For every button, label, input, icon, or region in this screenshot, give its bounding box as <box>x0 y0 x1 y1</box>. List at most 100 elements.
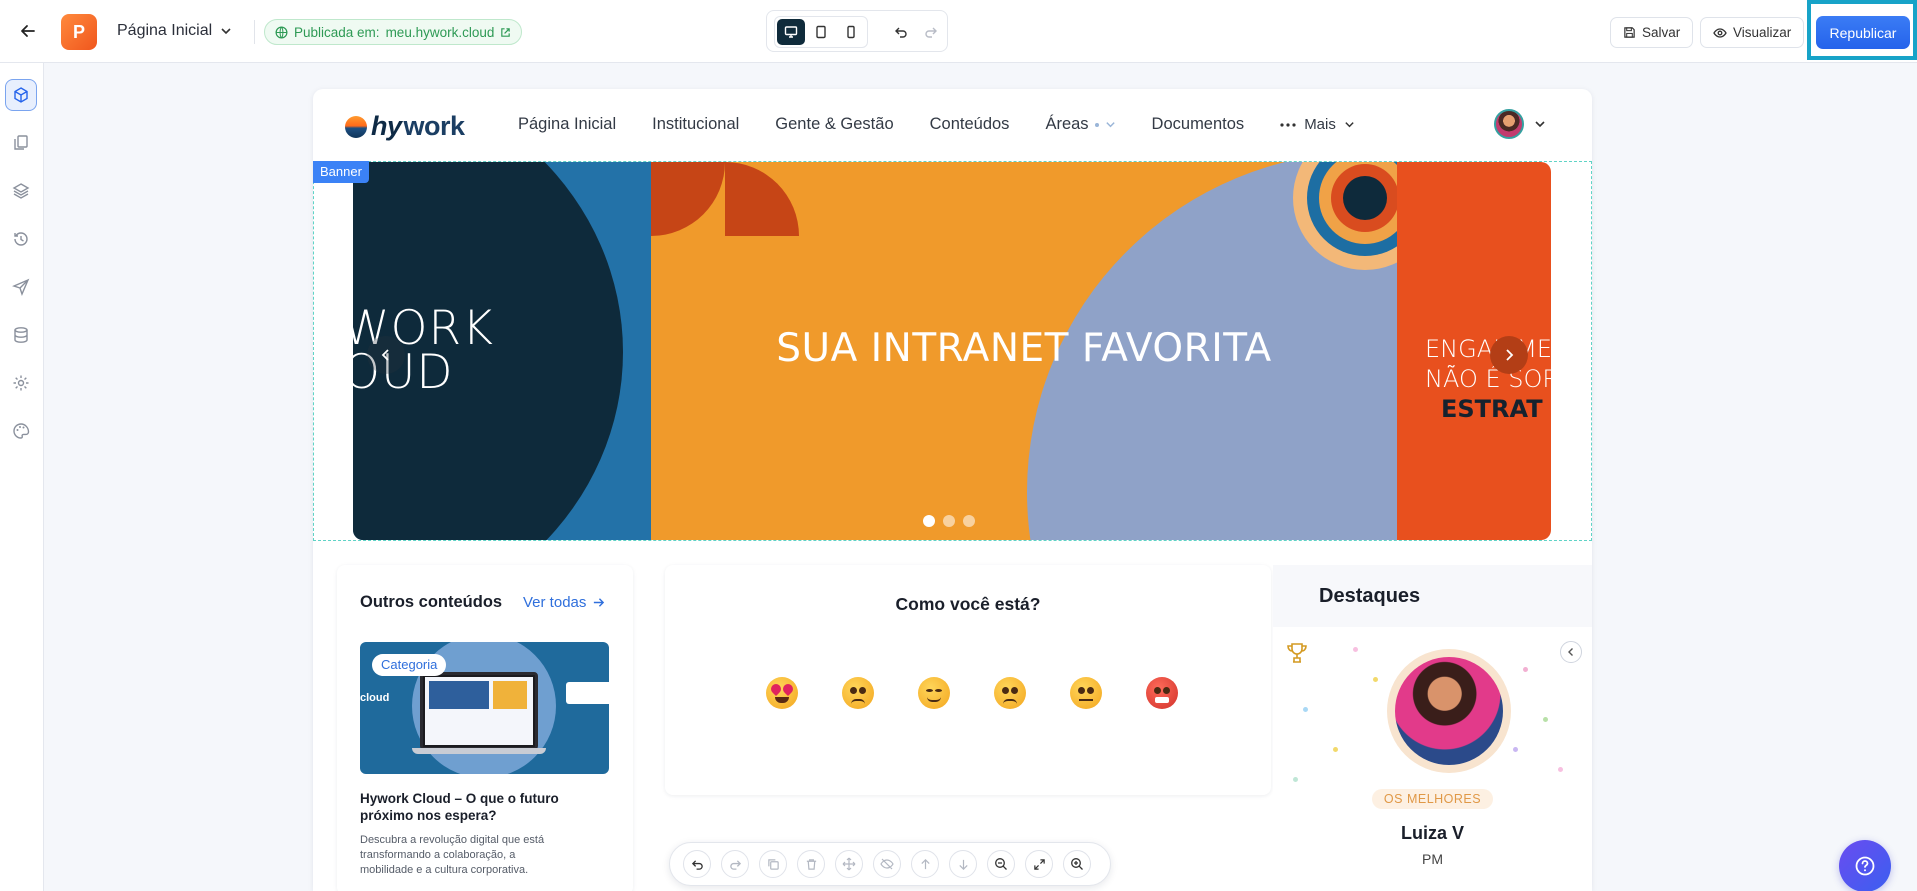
undo-icon[interactable] <box>683 850 711 878</box>
mood-question: Como você está? <box>895 594 1041 614</box>
page-selector-label: Página Inicial <box>117 22 213 39</box>
nav-item-areas-label: Áreas <box>1045 115 1089 133</box>
undo-button[interactable] <box>889 21 913 43</box>
device-switcher <box>774 16 868 48</box>
components-icon[interactable] <box>5 79 37 111</box>
database-icon[interactable] <box>5 319 37 351</box>
save-icon <box>1624 27 1635 38</box>
republish-highlight: Republicar <box>1807 0 1917 60</box>
category-badge: Categoria <box>372 654 447 676</box>
nav-item-contents[interactable]: Conteúdos <box>930 115 1010 134</box>
zoom-out-icon[interactable] <box>987 850 1015 878</box>
desktop-view-button[interactable] <box>777 19 805 45</box>
nav-item-institutional[interactable]: Institucional <box>652 115 739 134</box>
page-selector[interactable]: Página Inicial <box>117 22 232 40</box>
nav-item-documents[interactable]: Documentos <box>1152 115 1245 134</box>
trash-icon[interactable] <box>797 850 825 878</box>
external-link-icon <box>501 27 511 37</box>
redo-icon <box>925 27 937 38</box>
highlight-prev-button[interactable] <box>1560 641 1582 663</box>
trophy-icon <box>1285 641 1309 670</box>
save-button[interactable]: Salvar <box>1610 17 1694 48</box>
bullet-icon <box>1094 122 1099 127</box>
preview-label: Visualizar <box>1733 25 1792 40</box>
tablet-icon <box>816 25 826 39</box>
angry-emoji-icon[interactable] <box>842 677 874 709</box>
mobile-icon <box>847 25 855 39</box>
pages-icon[interactable] <box>5 127 37 159</box>
post-thumbnail[interactable]: cloud Categoria <box>360 642 609 774</box>
highlight-badge: OS MELHORES <box>1273 789 1592 809</box>
fit-screen-icon[interactable] <box>1025 850 1053 878</box>
highlights-title: Destaques <box>1319 585 1421 607</box>
duplicate-icon[interactable] <box>759 850 787 878</box>
layers-icon[interactable] <box>5 175 37 207</box>
neutral-emoji-icon[interactable] <box>1070 677 1102 709</box>
redo-button[interactable] <box>919 21 943 43</box>
tablet-view-button[interactable] <box>807 19 835 45</box>
worried-emoji-icon[interactable] <box>994 677 1026 709</box>
hywork-logo[interactable]: hy work <box>345 111 465 142</box>
user-menu[interactable] <box>1494 109 1546 139</box>
globe-icon <box>275 26 288 38</box>
divider <box>254 20 255 44</box>
more-dots-icon <box>1280 122 1296 127</box>
top-bar: P Página Inicial Publicada em: meu.hywor… <box>0 0 1917 63</box>
see-all-link[interactable]: Ver todas <box>523 594 605 611</box>
nav-more-label: Mais <box>1304 116 1336 133</box>
send-icon[interactable] <box>5 271 37 303</box>
highlight-card: OS MELHORES Luiza V PM <box>1273 627 1592 891</box>
back-arrow-icon[interactable] <box>16 18 40 44</box>
help-icon <box>1855 856 1875 876</box>
banner-selection-outline <box>313 161 1592 541</box>
page-canvas: hy work Página Inicial Institucional Gent… <box>313 89 1592 891</box>
hide-icon[interactable] <box>873 850 901 878</box>
highlights-section: Destaques OS MELHORES Luiza V PM <box>1273 565 1592 891</box>
arrow-down-icon[interactable] <box>949 850 977 878</box>
highlight-photo <box>1387 649 1511 773</box>
redo-icon[interactable] <box>721 850 749 878</box>
cursing-emoji-icon[interactable] <box>1146 677 1178 709</box>
preview-button[interactable]: Visualizar <box>1700 17 1805 48</box>
post-title[interactable]: Hywork Cloud – O que o futuro próximo no… <box>360 790 590 824</box>
move-icon[interactable] <box>835 850 863 878</box>
published-badge[interactable]: Publicada em: meu.hywork.cloud <box>264 19 523 45</box>
smiling-emoji-icon[interactable] <box>918 677 950 709</box>
see-all-label: Ver todas <box>523 594 587 611</box>
highlight-badge-label: OS MELHORES <box>1371 789 1494 809</box>
logo-hy: hy <box>371 111 402 141</box>
chevron-down-icon <box>1535 121 1545 128</box>
settings-icon[interactable] <box>5 367 37 399</box>
mobile-view-button[interactable] <box>837 19 865 45</box>
help-button[interactable] <box>1839 840 1891 891</box>
site-nav-links: Página Inicial Institucional Gente & Ges… <box>518 115 1355 134</box>
mood-options <box>766 677 1178 709</box>
eye-icon <box>1713 27 1727 38</box>
history-icon[interactable] <box>5 223 37 255</box>
palette-icon[interactable] <box>5 415 37 447</box>
element-toolbar <box>669 842 1111 886</box>
zoom-in-icon[interactable] <box>1063 850 1091 878</box>
nav-item-home[interactable]: Página Inicial <box>518 115 616 134</box>
undo-icon <box>895 27 907 38</box>
post-description: Descubra a revolução digital que está tr… <box>360 834 545 876</box>
arrow-up-icon[interactable] <box>911 850 939 878</box>
other-contents-card: Outros conteúdos Ver todas cloud Categor… <box>337 565 633 891</box>
published-label: Publicada em: <box>294 24 380 40</box>
nav-item-areas[interactable]: Áreas <box>1045 115 1115 134</box>
site-navbar: hy work Página Inicial Institucional Gent… <box>313 89 1592 161</box>
nav-item-people[interactable]: Gente & Gestão <box>775 115 893 134</box>
heart-eyes-emoji-icon[interactable] <box>766 677 798 709</box>
workspace-avatar[interactable]: P <box>61 14 97 50</box>
arrow-right-icon <box>594 598 605 607</box>
published-url[interactable]: meu.hywork.cloud <box>386 25 495 40</box>
left-sidebar <box>0 63 44 891</box>
highlight-role: PM <box>1422 851 1443 867</box>
avatar <box>1494 109 1524 139</box>
chevron-down-icon <box>1105 122 1115 128</box>
other-contents-title: Outros conteúdos <box>360 593 503 611</box>
logo-work: work <box>403 111 466 141</box>
republish-button[interactable]: Republicar <box>1816 16 1910 49</box>
device-toolbar <box>766 10 948 52</box>
nav-more-menu[interactable]: Mais <box>1280 116 1355 133</box>
